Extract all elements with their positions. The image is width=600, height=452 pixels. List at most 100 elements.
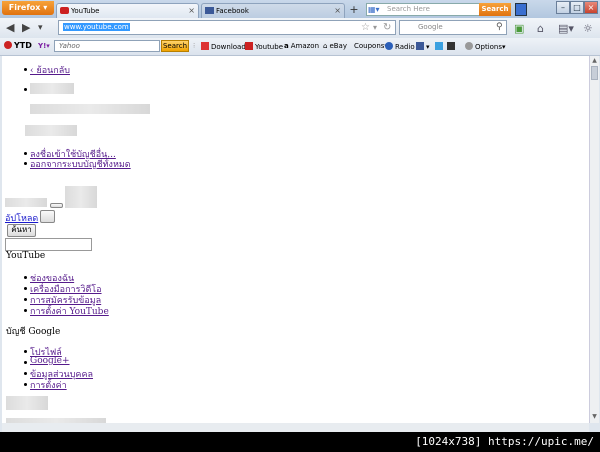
firefox-menu-button[interactable]: Firefox ▾	[2, 1, 54, 15]
ytd-toolbar: YTD Y!▾ Yahoo Search ⁝ Download Youtube …	[0, 38, 600, 56]
page-content: ‹ ย้อนกลับ ลงชื่อเข้าใช้บัญชีอื่น... ออก…	[2, 56, 589, 423]
download-label: Download	[211, 43, 246, 51]
upload-link[interactable]: อัปโหลด	[5, 211, 38, 225]
scroll-thumb[interactable]	[591, 66, 598, 80]
bullet	[24, 162, 27, 165]
radio-button[interactable]: Radio	[385, 42, 415, 51]
small-button[interactable]	[50, 203, 63, 208]
ebay-label: eBay	[329, 42, 347, 50]
back-link[interactable]: ‹ ย้อนกลับ	[30, 63, 70, 77]
browser-window: Firefox ▾ YouTube × Facebook × + Search …	[0, 0, 600, 432]
search-button[interactable]: ค้นหา	[7, 224, 36, 237]
maximize-button[interactable]: □	[570, 1, 584, 14]
settings-link[interactable]: การตั้งค่า	[30, 378, 67, 392]
status-bar	[2, 423, 589, 432]
info-icon[interactable]	[515, 3, 527, 16]
grid-apps-icon[interactable]: ▦▾	[368, 5, 380, 14]
youtube-button[interactable]: Youtube	[245, 42, 283, 51]
yahoo-engine-icon[interactable]: Y!▾	[38, 42, 50, 50]
options-button[interactable]: Options▾	[465, 42, 506, 51]
facebook-toolbar-button[interactable]: ▾	[416, 42, 430, 51]
history-dropdown-icon[interactable]: ▾	[38, 23, 43, 33]
upload-menu-button[interactable]	[40, 210, 55, 223]
delicious-icon	[447, 42, 455, 50]
google-plus-link[interactable]: Google+	[30, 356, 70, 366]
amazon-button[interactable]: a Amazon	[284, 42, 319, 50]
sync-icon[interactable]: ☼	[583, 22, 593, 35]
close-window-button[interactable]: ×	[584, 1, 598, 14]
image-caption: [1024x738] https://upic.me/	[0, 432, 600, 452]
ytd-logo[interactable]: YTD	[4, 41, 32, 50]
reload-icon[interactable]: ↻	[383, 22, 391, 33]
ebay-button[interactable]: ⌂ eBay	[323, 42, 347, 50]
ytd-logo-label: YTD	[14, 41, 32, 50]
bullet	[24, 383, 27, 386]
bookmarks-menu-icon[interactable]: ▤▾	[558, 22, 574, 35]
download-button[interactable]: Download	[201, 42, 246, 51]
bullet	[24, 287, 27, 290]
magnifier-icon[interactable]: ⚲	[496, 22, 503, 32]
youtube-label: Youtube	[255, 43, 283, 51]
new-tab-button[interactable]: +	[347, 4, 361, 17]
google-search-input[interactable]: Google	[399, 20, 507, 35]
radio-label: Radio	[395, 43, 415, 51]
scroll-down-icon[interactable]: ▼	[591, 413, 598, 420]
home-icon[interactable]: ⌂	[537, 22, 544, 35]
account-name-redacted	[30, 83, 74, 94]
facebook-icon	[205, 7, 214, 14]
logo-redacted	[5, 198, 47, 207]
bullet	[24, 372, 27, 375]
tab-youtube[interactable]: YouTube ×	[56, 3, 199, 18]
search-input[interactable]	[5, 238, 92, 251]
close-tab-icon[interactable]: ×	[334, 4, 341, 18]
toolbar-search-button[interactable]: Search	[161, 40, 189, 52]
bullet	[24, 350, 27, 353]
close-tab-icon[interactable]: ×	[188, 4, 195, 18]
tab-facebook[interactable]: Facebook ×	[201, 3, 345, 18]
coupons-label: Coupons	[354, 42, 385, 50]
scroll-up-icon[interactable]: ▲	[591, 57, 598, 64]
amazon-label: Amazon	[290, 42, 320, 50]
account-info-redacted	[25, 125, 77, 136]
youtube-icon	[60, 7, 69, 14]
tab-youtube-label: YouTube	[71, 7, 100, 15]
sign-out-all-link[interactable]: ออกจากระบบบัญชีทั้งหมด	[30, 157, 131, 171]
google-placeholder: Google	[418, 23, 443, 31]
twitter-icon	[435, 42, 443, 50]
vertical-scrollbar[interactable]: ▲ ▼	[589, 56, 599, 423]
facebook-icon	[416, 42, 424, 50]
delicious-button[interactable]	[447, 42, 457, 51]
amazon-icon: a	[284, 42, 289, 50]
search-here-placeholder: Search Here	[387, 5, 430, 13]
drag-handle-icon[interactable]: ⁝	[193, 42, 195, 50]
coupons-button[interactable]: Coupons▾	[354, 42, 388, 50]
bullet	[24, 298, 27, 301]
google-account-heading: บัญชี Google	[6, 327, 61, 337]
yahoo-search-input[interactable]: Yahoo	[54, 40, 160, 52]
radio-icon	[385, 42, 393, 50]
gear-icon	[465, 42, 473, 50]
firefox-menu-label: Firefox	[8, 3, 41, 12]
bullet	[24, 276, 27, 279]
bullet	[24, 361, 27, 364]
addon-icon[interactable]: ▣	[514, 22, 524, 35]
navigation-bar: ◀ ▶ ▾ www.youtube.com ☆ ▾ ↻ 8 Google ⚲ ▣…	[0, 18, 600, 39]
bullet	[24, 68, 27, 71]
back-arrow-icon[interactable]: ◀	[6, 21, 14, 34]
ebay-icon: ⌂	[323, 42, 328, 50]
forward-arrow-icon[interactable]: ▶	[22, 21, 30, 34]
tab-facebook-label: Facebook	[216, 7, 249, 15]
footer-logo-redacted	[6, 396, 48, 410]
avatar[interactable]	[65, 186, 97, 208]
url-bar[interactable]: www.youtube.com	[58, 20, 396, 35]
bullet	[24, 152, 27, 155]
bookmark-star-icon[interactable]: ☆	[361, 22, 370, 33]
url-text: www.youtube.com	[63, 23, 130, 31]
url-dropdown-icon[interactable]: ▾	[373, 23, 377, 32]
bullet	[24, 309, 27, 312]
twitter-button[interactable]	[435, 42, 445, 51]
tab-strip: Firefox ▾ YouTube × Facebook × + Search …	[0, 0, 600, 18]
minimize-button[interactable]: –	[556, 1, 570, 14]
youtube-settings-link[interactable]: การตั้งค่า YouTube	[30, 304, 109, 318]
search-here-button[interactable]: Search	[479, 3, 511, 16]
